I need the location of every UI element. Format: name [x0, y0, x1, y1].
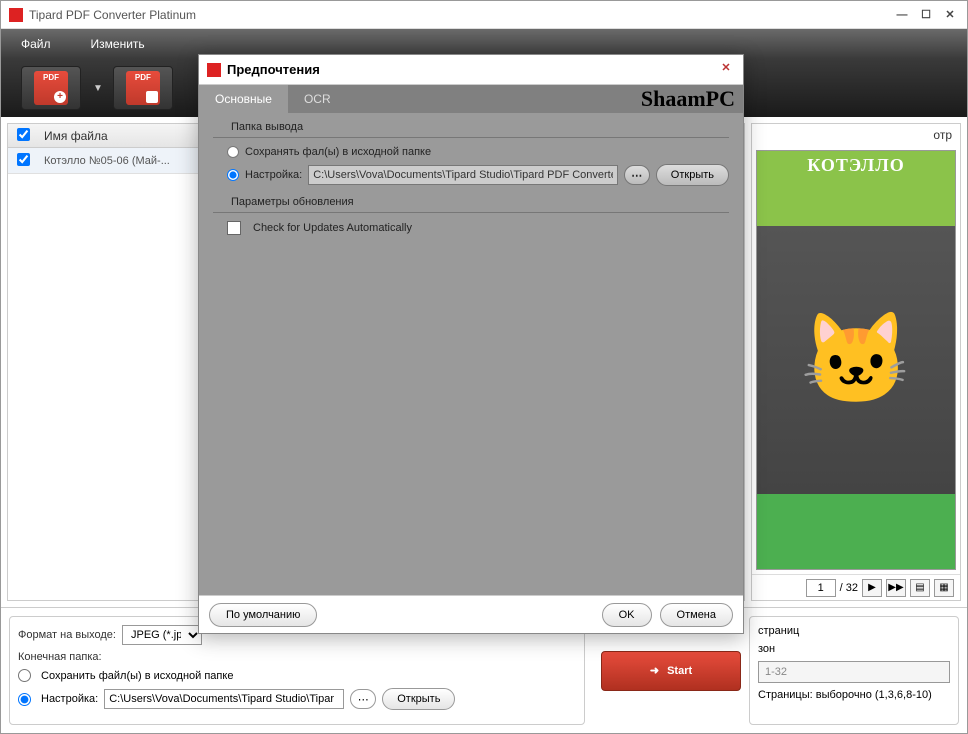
dialog-footer: По умолчанию OK Отмена [199, 595, 743, 633]
modal-radio-source-label: Сохранять фал(ы) в исходной папке [245, 146, 431, 158]
modal-radio-custom-label: Настройка: [245, 169, 302, 181]
titlebar: Tipard PDF Converter Platinum — ☐ ✕ [1, 1, 967, 29]
range-label: зон [758, 643, 950, 655]
preview-label: отр [752, 124, 960, 146]
modal-radio-custom[interactable] [227, 169, 239, 181]
radio-source-label: Сохранить файл(ы) в исходной папке [41, 670, 233, 682]
radio-source-folder[interactable] [18, 669, 31, 682]
modal-radio-source[interactable] [227, 146, 239, 158]
dialog-tabs: Основные OCR ShaamPC [199, 85, 743, 113]
cancel-button[interactable]: Отмена [660, 603, 733, 627]
cat-image: 🐱 [800, 315, 912, 405]
watermark-text: ShaamPC [641, 85, 735, 113]
magazine-title: КОТЭЛЛО [757, 155, 955, 176]
open-folder-button[interactable]: Открыть [382, 688, 455, 710]
row-checkbox[interactable] [17, 153, 30, 166]
start-button[interactable]: ➜ Start [601, 651, 741, 691]
default-button[interactable]: По умолчанию [209, 603, 317, 627]
output-folder-section: Папка вывода Сохранять фал(ы) в исходной… [213, 127, 729, 186]
modal-path-input[interactable] [308, 165, 618, 185]
app-icon [9, 8, 23, 22]
last-page-icon[interactable]: ▶▶ [886, 579, 906, 597]
list-view-icon[interactable]: ▦ [934, 579, 954, 597]
format-label: Формат на выходе: [18, 629, 116, 641]
edit-pdf-button[interactable] [113, 66, 173, 110]
thumbnail-view-icon[interactable]: ▤ [910, 579, 930, 597]
radio-custom-folder[interactable] [18, 693, 31, 706]
output-path-input[interactable] [104, 689, 344, 709]
add-pdf-dropdown-icon[interactable]: ▼ [93, 83, 103, 94]
start-arrow-icon: ➜ [650, 664, 659, 677]
page-range-panel: страниц зон Страницы: выборочно (1,3,6,8… [749, 616, 959, 725]
output-folder-legend: Папка вывода [227, 121, 307, 133]
close-button[interactable]: ✕ [941, 6, 959, 24]
modal-open-button[interactable]: Открыть [656, 164, 729, 186]
update-section: Параметры обновления Check for Updates A… [213, 202, 729, 235]
check-updates-label: Check for Updates Automatically [253, 222, 412, 234]
pages-hint: Страницы: выборочно (1,3,6,8-10) [758, 689, 950, 701]
menu-edit[interactable]: Изменить [91, 37, 145, 51]
page-total: / 32 [840, 582, 858, 594]
add-pdf-button[interactable]: + [21, 66, 81, 110]
radio-custom-label: Настройка: [41, 693, 98, 705]
format-select[interactable]: JPEG (*.jpg) [122, 625, 202, 645]
ok-button[interactable]: OK [602, 603, 652, 627]
dialog-body: Папка вывода Сохранять фал(ы) в исходной… [199, 113, 743, 595]
preview-controls: / 32 ▶ ▶▶ ▤ ▦ [752, 574, 960, 600]
next-page-icon[interactable]: ▶ [862, 579, 882, 597]
update-legend: Параметры обновления [227, 196, 358, 208]
check-updates-checkbox[interactable] [227, 221, 241, 235]
modal-browse-button[interactable]: ⋯ [624, 165, 650, 185]
page-range-input[interactable] [758, 661, 950, 683]
dialog-close-icon[interactable]: ✕ [717, 61, 735, 79]
preferences-dialog: Предпочтения ✕ Основные OCR ShaamPC Папк… [198, 54, 744, 634]
minimize-button[interactable]: — [893, 6, 911, 24]
tab-ocr[interactable]: OCR [288, 85, 347, 113]
tab-main[interactable]: Основные [199, 85, 288, 113]
start-label: Start [667, 665, 692, 677]
dialog-title: Предпочтения [227, 62, 717, 77]
preview-image: КОТЭЛЛО 🐱 [756, 150, 956, 570]
pages-section-label: страниц [758, 625, 950, 637]
preview-panel: отр КОТЭЛЛО 🐱 / 32 ▶ ▶▶ ▤ ▦ [751, 123, 961, 601]
dialog-icon [207, 63, 221, 77]
select-all-checkbox[interactable] [17, 128, 30, 141]
page-input[interactable] [806, 579, 836, 597]
browse-button[interactable]: ⋯ [350, 689, 376, 709]
maximize-button[interactable]: ☐ [917, 6, 935, 24]
row-filename: Котэлло №05-06 (Май-... [38, 155, 170, 167]
menu-file[interactable]: Файл [21, 37, 51, 51]
folder-label: Конечная папка: [18, 651, 102, 663]
app-title: Tipard PDF Converter Platinum [29, 8, 887, 22]
dialog-titlebar: Предпочтения ✕ [199, 55, 743, 85]
